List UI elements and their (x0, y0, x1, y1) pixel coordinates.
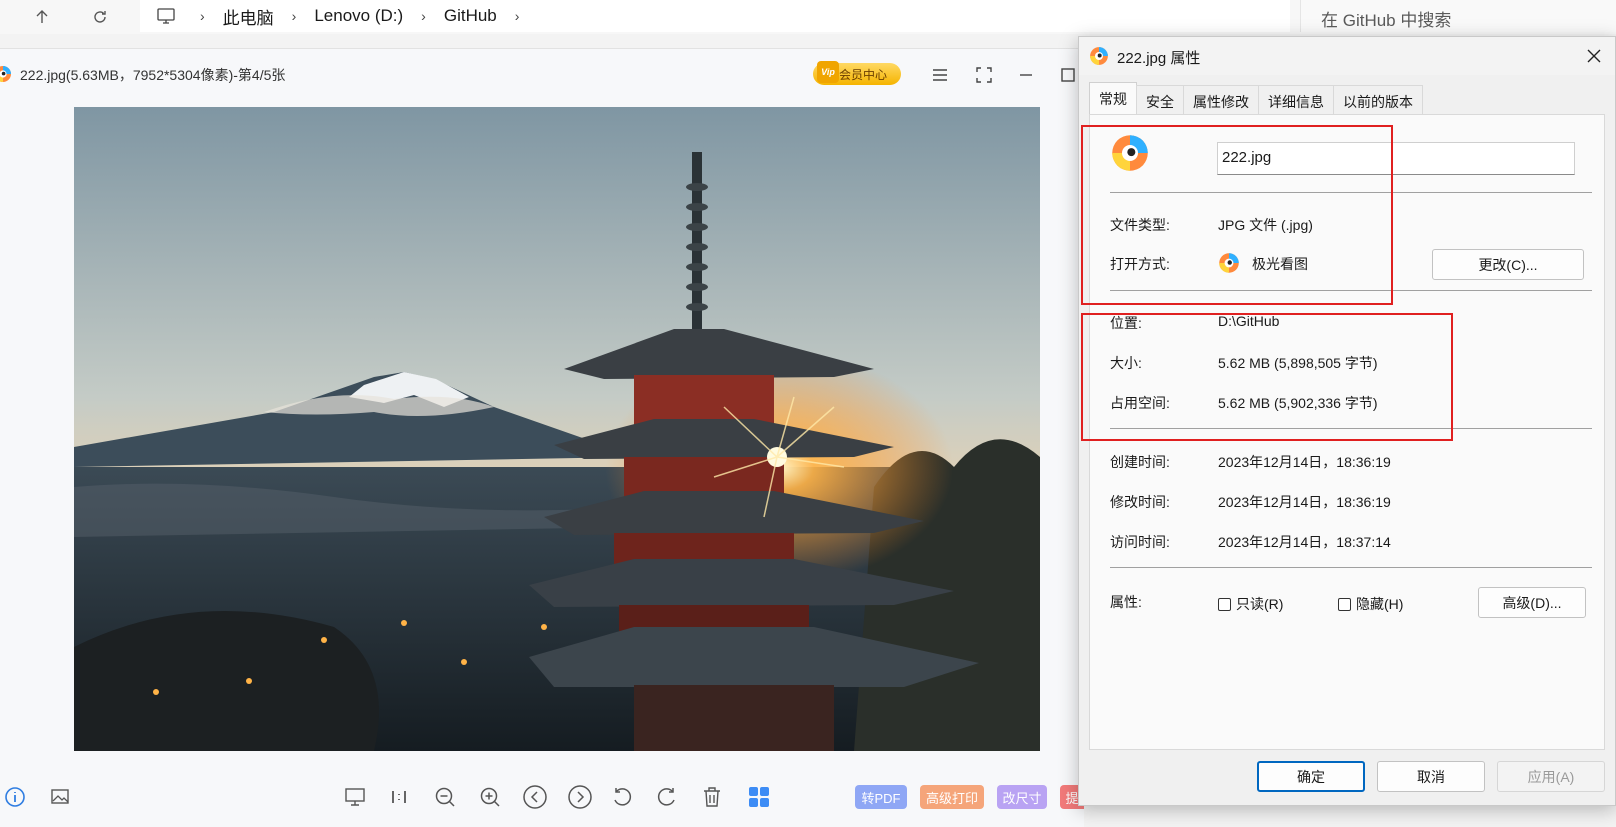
tab-general[interactable]: 常规 (1089, 82, 1137, 114)
modified-label: 修改时间: (1110, 494, 1170, 510)
resize-button[interactable]: 改尺寸 (997, 785, 1047, 809)
hidden-label: 隐藏(H) (1356, 596, 1404, 612)
apply-button[interactable]: 应用(A) (1497, 761, 1605, 792)
divider (1110, 567, 1592, 568)
ok-button[interactable]: 确定 (1257, 761, 1365, 792)
dialog-title: 222.jpg 属性 (1117, 50, 1201, 67)
up-arrow-icon[interactable] (28, 3, 56, 31)
tab-details[interactable]: 详细信息 (1258, 85, 1334, 114)
checkbox-box[interactable] (1218, 597, 1231, 611)
breadcrumb-github[interactable]: GitHub (444, 6, 497, 26)
zoom-out-icon[interactable] (430, 782, 460, 812)
checkbox-box[interactable] (1338, 597, 1351, 611)
search-input[interactable]: 在 GitHub 中搜索 (1300, 0, 1616, 32)
thumbnail-grid-icon[interactable] (744, 782, 774, 812)
change-button[interactable]: 更改(C)... (1432, 249, 1584, 280)
highlight-box-file-info (1081, 125, 1393, 305)
viewer-title: 222.jpg(5.63MB，7952*5304像素)-第4/5张 (20, 67, 286, 83)
info-icon[interactable] (0, 782, 30, 812)
vip-crown-icon: Vip (817, 61, 839, 83)
explorer-toolbar: › 此电脑 › Lenovo (D:) › GitHub › 在 GitHub … (0, 0, 1616, 34)
dialog-title-bar: 222.jpg 属性 (1079, 37, 1615, 75)
tab-attribute-edit[interactable]: 属性修改 (1183, 85, 1259, 114)
gallery-icon[interactable] (45, 782, 75, 812)
refresh-icon[interactable] (86, 3, 114, 31)
computer-icon (156, 7, 176, 25)
cancel-button[interactable]: 取消 (1377, 761, 1485, 792)
vip-center-button[interactable]: Vip 会员中心 (813, 61, 901, 85)
attributes-label: 属性: (1110, 594, 1142, 610)
rotate-right-icon[interactable] (652, 782, 682, 812)
convert-pdf-button[interactable]: 转PDF (855, 785, 907, 809)
modified-value: 2023年12月14日，18:36:19 (1218, 494, 1391, 510)
address-bar[interactable]: › 此电脑 › Lenovo (D:) › GitHub › (140, 0, 1290, 32)
vip-center-label: 会员中心 (839, 67, 888, 82)
actual-size-icon[interactable] (384, 782, 414, 812)
readonly-checkbox[interactable]: 只读(R) (1218, 594, 1283, 614)
zoom-in-icon[interactable] (475, 782, 505, 812)
tab-previous-versions[interactable]: 以前的版本 (1333, 85, 1423, 114)
created-value: 2023年12月14日，18:36:19 (1218, 454, 1391, 470)
created-label: 创建时间: (1110, 454, 1170, 470)
fullscreen-icon[interactable] (970, 61, 998, 89)
rotate-left-icon[interactable] (607, 782, 637, 812)
viewer-title-bar: 222.jpg(5.63MB，7952*5304像素)-第4/5张 Vip 会员… (0, 49, 1084, 101)
menu-icon[interactable] (926, 61, 954, 89)
app-logo-icon (1089, 46, 1109, 66)
next-image-icon[interactable] (565, 782, 595, 812)
previous-image-icon[interactable] (520, 782, 550, 812)
breadcrumb-separator: › (421, 8, 426, 24)
accessed-value: 2023年12月14日，18:37:14 (1218, 534, 1391, 550)
minimize-icon[interactable] (1012, 61, 1040, 89)
delete-icon[interactable] (697, 782, 727, 812)
highlight-box-size-info (1081, 313, 1453, 441)
dialog-tabs: 常规 安全 属性修改 详细信息 以前的版本 (1089, 82, 1423, 114)
breadcrumb-drive[interactable]: Lenovo (D:) (314, 6, 403, 26)
close-icon[interactable] (1581, 43, 1607, 69)
breadcrumb-this-pc[interactable]: 此电脑 (223, 4, 274, 29)
image-viewer-window: 222.jpg(5.63MB，7952*5304像素)-第4/5张 Vip 会员… (0, 48, 1084, 827)
readonly-label: 只读(R) (1236, 596, 1284, 612)
app-logo-icon (0, 65, 12, 83)
breadcrumb-separator: › (291, 8, 297, 24)
breadcrumb-separator: › (200, 8, 205, 24)
breadcrumb-separator[interactable]: › (515, 8, 520, 24)
tab-security[interactable]: 安全 (1136, 85, 1184, 114)
viewer-bottom-toolbar: 转PDF 高级打印 改尺寸 提 (0, 774, 1084, 820)
desktop-wallpaper-icon[interactable] (340, 782, 370, 812)
advanced-button[interactable]: 高级(D)... (1478, 587, 1586, 618)
hidden-checkbox[interactable]: 隐藏(H) (1338, 594, 1403, 614)
accessed-label: 访问时间: (1110, 534, 1170, 550)
advanced-print-button[interactable]: 高级打印 (920, 785, 984, 809)
photo-pagoda-sunset (74, 107, 1040, 751)
